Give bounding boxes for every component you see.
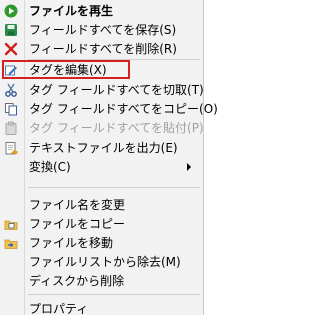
menu-item-label: フィールドすべてを保存(S): [29, 23, 177, 37]
context-menu: ファイルを再生 フィールドすべてを保存(S) フィールドすべてを削除(R) タグ…: [0, 0, 218, 316]
export-text-icon: [4, 141, 18, 155]
play-icon: [4, 4, 18, 18]
cut-icon: [4, 83, 18, 97]
menu-item-label: ファイルをコピー: [29, 217, 126, 231]
edit-tag-icon: [4, 63, 18, 77]
menu-item-label: フィールドすべてを削除(R): [29, 42, 177, 56]
menu-item-delete-from-disk[interactable]: ディスクから削除: [0, 271, 203, 291]
menu-item-rename-file[interactable]: ファイル名を変更: [0, 195, 203, 215]
menu-item-label: タグを編集(X): [29, 63, 107, 77]
menu-separator: [28, 294, 200, 295]
delete-x-icon: [4, 42, 18, 56]
menu-item-cut-all-tag-fields[interactable]: タグ フィールドすべてを切取(T): [0, 80, 204, 100]
menu-item-copy-file[interactable]: ファイルをコピー: [0, 214, 203, 234]
menu-separator: [28, 187, 200, 188]
menu-item-move-file[interactable]: ファイルを移動: [0, 233, 203, 253]
save-icon: [4, 23, 18, 37]
menu-item-label: タグ フィールドすべてを切取(T): [29, 83, 204, 97]
menu-item-export-text-file[interactable]: テキストファイルを出力(E): [0, 138, 203, 158]
menu-item-label: ファイル名を変更: [29, 198, 126, 212]
folder-copy-icon: [4, 217, 18, 231]
menu-item-play-file[interactable]: ファイルを再生: [0, 1, 203, 21]
folder-move-icon: [4, 236, 18, 250]
menu-item-properties[interactable]: プロパティ: [0, 299, 203, 319]
submenu-arrow-icon: [187, 163, 191, 171]
menu-item-label: ファイルリストから除去(M): [29, 255, 181, 269]
menu-item-delete-all-fields[interactable]: フィールドすべてを削除(R): [0, 39, 203, 59]
menu-item-label: ディスクから削除: [29, 274, 125, 288]
menu-item-copy-all-tag-fields[interactable]: タグ フィールドすべてをコピー(O): [0, 99, 218, 119]
copy-icon: [4, 102, 18, 116]
menu-item-label: ファイルを移動: [29, 236, 114, 250]
menu-item-label: タグ フィールドすべてを貼付(P): [29, 121, 204, 135]
menu-item-save-all-fields[interactable]: フィールドすべてを保存(S): [0, 20, 203, 40]
menu-item-label: タグ フィールドすべてをコピー(O): [29, 102, 218, 116]
menu-item-label: 変換(C): [29, 160, 71, 174]
menu-item-convert[interactable]: 変換(C): [0, 157, 203, 177]
menu-item-remove-from-file-list[interactable]: ファイルリストから除去(M): [0, 252, 203, 272]
paste-icon: [4, 121, 18, 135]
menu-item-label: テキストファイルを出力(E): [29, 141, 178, 155]
menu-item-edit-tags[interactable]: タグを編集(X): [0, 60, 203, 80]
menu-item-paste-all-tag-fields[interactable]: タグ フィールドすべてを貼付(P): [0, 118, 204, 138]
menu-item-label: ファイルを再生: [29, 4, 114, 18]
